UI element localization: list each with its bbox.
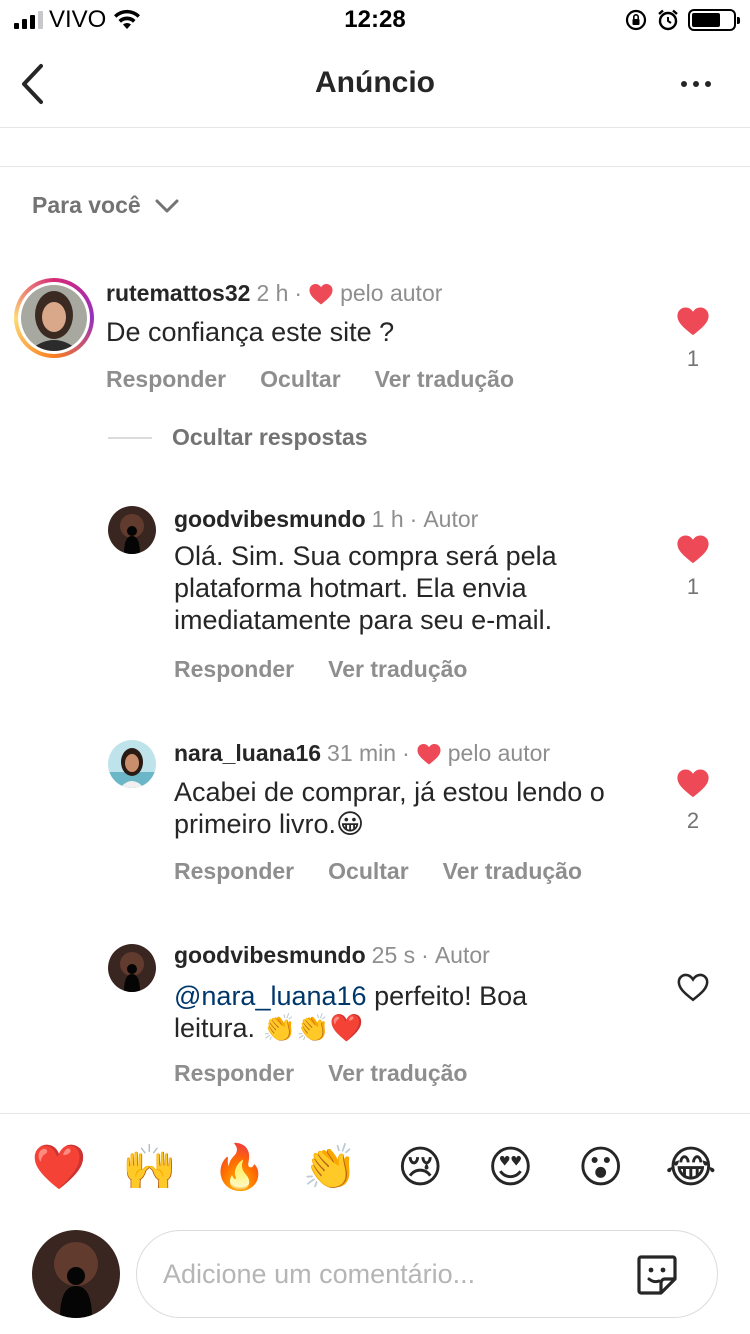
- like-count: 1: [686, 574, 700, 599]
- reply: goodvibesmundo 1 h · Autor Olá. Sim. Sua…: [0, 502, 750, 692]
- current-user-avatar: [32, 1230, 120, 1318]
- comment-composer: [136, 1230, 718, 1318]
- hide-button[interactable]: Ocultar: [328, 858, 409, 885]
- reaction-clap[interactable]: 👏: [300, 1138, 360, 1198]
- separator: ·: [421, 942, 429, 968]
- comment-text: De confiança este site ?: [106, 317, 395, 347]
- avatar[interactable]: [108, 944, 156, 992]
- username[interactable]: nara_luana16: [174, 740, 321, 767]
- status-right: [624, 8, 740, 32]
- reply-button[interactable]: Responder: [174, 858, 294, 885]
- timestamp: 2 h: [256, 280, 289, 306]
- orientation-lock-icon: [625, 9, 647, 31]
- avatar-image: [32, 1230, 120, 1318]
- comment-meta: nara_luana16 31 min · pelo autor: [174, 740, 550, 767]
- heart-icon[interactable]: [676, 768, 710, 798]
- comment-meta: goodvibesmundo 25 s · Autor: [174, 942, 490, 969]
- comment-actions: Responder Ocultar Ver tradução: [106, 366, 514, 393]
- sticker-icon[interactable]: [633, 1251, 681, 1299]
- username[interactable]: rutemattos32: [106, 280, 250, 307]
- liked-by-author-label: pelo autor: [340, 280, 443, 306]
- like-column: 1: [676, 306, 710, 372]
- like-column: 1: [676, 534, 710, 600]
- battery-icon: [688, 9, 740, 31]
- timestamp: 31 min: [327, 740, 397, 766]
- reaction-crying[interactable]: 😢: [390, 1138, 450, 1198]
- reaction-fire[interactable]: 🔥: [210, 1138, 270, 1198]
- more-options-button[interactable]: [668, 66, 724, 102]
- page-title: Anúncio: [315, 66, 435, 99]
- hide-button[interactable]: Ocultar: [260, 366, 341, 393]
- avatar-story-ring[interactable]: [14, 278, 94, 358]
- avatar[interactable]: [108, 740, 156, 788]
- comment-text: Acabei de comprar, já estou lendo o prim…: [174, 777, 605, 839]
- alarm-icon: [658, 9, 678, 31]
- comment-meta: rutemattos32 2 h · pelo autor: [106, 280, 442, 307]
- translate-button[interactable]: Ver tradução: [443, 858, 582, 885]
- like-count: 1: [686, 346, 700, 371]
- separator: ·: [402, 740, 410, 766]
- reply: nara_luana16 31 min · pelo autor Acabei …: [0, 738, 750, 888]
- timestamp: 25 s: [371, 942, 416, 968]
- username[interactable]: goodvibesmundo: [174, 942, 366, 969]
- comment: rutemattos32 2 h · pelo autor De confian…: [0, 276, 750, 406]
- avatar-image: [108, 506, 156, 554]
- translate-button[interactable]: Ver tradução: [375, 366, 514, 393]
- comment-actions: Responder Ocultar Ver tradução: [174, 858, 582, 885]
- comment-actions: Responder Ver tradução: [174, 1060, 467, 1087]
- heart-icon: [417, 743, 441, 764]
- reply-button[interactable]: Responder: [106, 366, 226, 393]
- hide-replies-label: Ocultar respostas: [172, 424, 368, 450]
- reaction-surprised[interactable]: 😮: [571, 1138, 631, 1198]
- like-count: 2: [686, 808, 700, 833]
- comment-actions: Responder Ver tradução: [174, 656, 467, 683]
- separator: ·: [294, 280, 303, 306]
- quick-reactions: ❤️ 🙌 🔥 👏 😢 😍 😮 😂: [0, 1138, 750, 1198]
- reply-button[interactable]: Responder: [174, 1060, 294, 1087]
- comment-text: @nara_luana16 perfeito! Boa leitura. 👏👏❤…: [174, 980, 594, 1044]
- heart-icon[interactable]: [676, 534, 710, 564]
- username[interactable]: goodvibesmundo: [174, 506, 366, 533]
- translate-button[interactable]: Ver tradução: [328, 656, 467, 683]
- reply-button[interactable]: Responder: [174, 656, 294, 683]
- reaction-heart-eyes[interactable]: 😍: [480, 1138, 540, 1198]
- status-bar: VIVO 12:28: [0, 0, 750, 40]
- heart-icon[interactable]: [676, 306, 710, 336]
- comment-text: Olá. Sim. Sua compra será pela plataform…: [174, 541, 557, 635]
- heart-outline-icon[interactable]: [676, 972, 710, 1002]
- more-options-dot: [693, 81, 699, 87]
- liked-by-author-label: pelo autor: [447, 740, 551, 766]
- translate-button[interactable]: Ver tradução: [328, 1060, 467, 1087]
- reply: goodvibesmundo 25 s · Autor @nara_luana1…: [0, 940, 750, 1090]
- thread-line: [108, 436, 152, 439]
- sort-label: Para você: [32, 192, 141, 218]
- mention-link[interactable]: @nara_luana16: [174, 981, 367, 1011]
- reaction-laughing[interactable]: 😂: [661, 1138, 721, 1198]
- chevron-down-icon: [155, 199, 179, 212]
- more-options-dot: [705, 81, 711, 87]
- like-column: [676, 972, 710, 1002]
- divider: [0, 1113, 750, 1114]
- nav-bar: Anúncio: [0, 40, 750, 128]
- heart-icon: [309, 283, 333, 304]
- author-label: Autor: [434, 942, 490, 968]
- like-column: 2: [676, 768, 710, 834]
- author-label: Autor: [423, 506, 479, 532]
- reaction-raising-hands[interactable]: 🙌: [119, 1138, 179, 1198]
- comment-meta: goodvibesmundo 1 h · Autor: [174, 506, 478, 533]
- avatar: [21, 285, 87, 351]
- reaction-heart[interactable]: ❤️: [29, 1138, 89, 1198]
- more-options-icon: [681, 81, 687, 87]
- divider: [0, 166, 750, 167]
- avatar-image: [108, 944, 156, 992]
- hide-replies-button[interactable]: Ocultar respostas: [108, 424, 368, 451]
- sort-dropdown[interactable]: Para você: [32, 192, 179, 219]
- separator: ·: [409, 506, 418, 532]
- timestamp: 1 h: [371, 506, 404, 532]
- avatar[interactable]: [108, 506, 156, 554]
- avatar-image: [108, 740, 156, 788]
- comment-input[interactable]: [163, 1231, 623, 1317]
